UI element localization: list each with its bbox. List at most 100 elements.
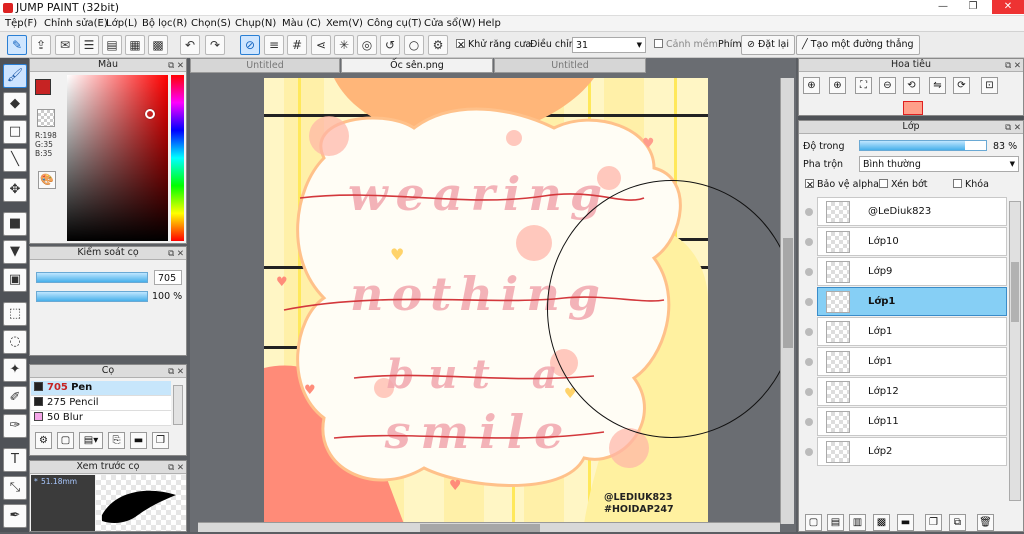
- brush-list-scrollbar[interactable]: [173, 385, 183, 425]
- layer-visibility-icon[interactable]: [805, 268, 813, 276]
- flip-icon[interactable]: ⇋: [929, 77, 946, 94]
- select-pen-icon[interactable]: ✐: [3, 386, 27, 410]
- folder-icon[interactable]: ▬: [130, 432, 147, 449]
- layer-row[interactable]: Lớp10: [805, 227, 1007, 256]
- protect-alpha-checkbox[interactable]: ✕ Bảo vệ alpha: [805, 179, 879, 191]
- navigator-thumbnail[interactable]: [903, 101, 923, 115]
- zoom-in-icon[interactable]: ⊕: [803, 77, 820, 94]
- panel-close-icon[interactable]: ⧉ ✕: [1005, 60, 1021, 72]
- text-tool-icon[interactable]: T: [3, 448, 27, 472]
- chat-icon[interactable]: ✉: [55, 35, 75, 55]
- smooth-checkbox[interactable]: Cảnh mềm: [654, 39, 718, 50]
- layer-visibility-icon[interactable]: [805, 448, 813, 456]
- comment-icon[interactable]: ☰: [79, 35, 99, 55]
- adjust-input[interactable]: 31 ▼: [572, 37, 646, 53]
- layer-visibility-icon[interactable]: [805, 208, 813, 216]
- layer-opacity-slider[interactable]: [859, 140, 987, 151]
- close-button[interactable]: ✕: [992, 0, 1024, 14]
- page-icon[interactable]: ▤: [102, 35, 122, 55]
- color-picker-cursor[interactable]: [145, 109, 155, 119]
- select-rect-icon[interactable]: ⬚: [3, 302, 27, 326]
- line-tool-icon[interactable]: ╲: [3, 148, 27, 172]
- layer-visibility-icon[interactable]: [805, 358, 813, 366]
- panel-close-icon[interactable]: ⧉ ✕: [1005, 122, 1021, 134]
- layer-visibility-icon[interactable]: [805, 298, 813, 306]
- menu-layer[interactable]: Lớp(L): [106, 18, 137, 29]
- antialias-check[interactable]: ✕: [456, 39, 465, 51]
- layer-visibility-icon[interactable]: [805, 418, 813, 426]
- new-brush-icon[interactable]: ▢: [57, 432, 74, 449]
- lock-checkbox[interactable]: Khóa: [953, 179, 989, 190]
- menu-tools[interactable]: Công cụ(T): [367, 18, 422, 29]
- menu-color[interactable]: Màu (C): [282, 18, 321, 29]
- clip-checkbox[interactable]: Xén bớt: [879, 179, 928, 190]
- vertical-scrollbar[interactable]: [780, 78, 794, 524]
- menu-window[interactable]: Cửa sổ(W): [424, 18, 476, 29]
- lock-check[interactable]: [953, 179, 962, 188]
- menu-edit[interactable]: Chỉnh sửa(E): [44, 18, 108, 29]
- straight-line-button[interactable]: ╱ Tạo một đường thẳng: [796, 35, 920, 55]
- layer-row[interactable]: @LeDiuk823: [805, 197, 1007, 226]
- brush-settings-icon[interactable]: ⚙: [35, 432, 52, 449]
- gradient-icon[interactable]: ▣: [3, 268, 27, 292]
- select-eraser-icon[interactable]: ✑: [3, 414, 27, 438]
- tab-untitled-1[interactable]: Untitled: [190, 58, 340, 73]
- protect-alpha-check[interactable]: ✕: [805, 179, 814, 191]
- horizontal-scrollbar[interactable]: [198, 522, 780, 532]
- radial-ruler-icon[interactable]: ✳: [334, 35, 354, 55]
- panel-close-icon[interactable]: ⧉ ✕: [168, 248, 184, 260]
- new-layer-icon[interactable]: ▢: [805, 514, 822, 531]
- fit-icon[interactable]: ⛶: [855, 77, 872, 94]
- reset-button[interactable]: ⊘ Đặt lại: [741, 35, 796, 55]
- minimize-button[interactable]: —: [932, 0, 954, 14]
- move-tool-icon[interactable]: ✥: [3, 178, 27, 202]
- new-text-layer-icon[interactable]: ▥: [849, 514, 866, 531]
- layer-row[interactable]: Lớp12: [805, 377, 1007, 406]
- layer-row[interactable]: Lớp2: [805, 437, 1007, 466]
- layer-row[interactable]: Lớp1: [805, 287, 1007, 316]
- grid-icon[interactable]: ▩: [148, 35, 168, 55]
- eyedropper-icon[interactable]: ✒: [3, 504, 27, 528]
- concentric-ruler-icon[interactable]: ◎: [357, 35, 377, 55]
- lock-view-icon[interactable]: ⊡: [981, 77, 998, 94]
- palette-icon[interactable]: 🎨: [38, 171, 56, 189]
- document-icon[interactable]: ▦: [125, 35, 145, 55]
- grid-ruler-icon[interactable]: #: [287, 35, 307, 55]
- delete-layer-icon[interactable]: 🗑: [977, 514, 994, 531]
- rectangle-select-icon[interactable]: □: [3, 120, 27, 144]
- tab-untitled-2[interactable]: Untitled: [494, 58, 646, 73]
- magic-wand-icon[interactable]: ✦: [3, 358, 27, 382]
- eraser-tool-icon[interactable]: ◆: [3, 92, 27, 116]
- panel-close-icon[interactable]: ⧉ ✕: [168, 462, 184, 474]
- layer-visibility-icon[interactable]: [805, 388, 813, 396]
- checker-layer-icon[interactable]: ▩: [873, 514, 890, 531]
- bucket-icon[interactable]: ▼: [3, 240, 27, 264]
- layer-row[interactable]: Lớp1: [805, 317, 1007, 346]
- brush-opacity-slider[interactable]: [36, 291, 148, 302]
- saturation-value-picker[interactable]: [67, 75, 168, 241]
- smooth-check[interactable]: [654, 39, 663, 48]
- transparent-swatch[interactable]: [37, 109, 55, 127]
- hue-slider[interactable]: [171, 75, 184, 241]
- rotate-left-icon[interactable]: ⟲: [903, 77, 920, 94]
- panel-close-icon[interactable]: ⧉ ✕: [168, 366, 184, 378]
- merge-layer-icon[interactable]: ⧉: [949, 514, 966, 531]
- brush-item-pen[interactable]: 705 Pen: [31, 381, 171, 396]
- layer-list-scrollbar[interactable]: [1009, 201, 1021, 501]
- brush-item-pencil[interactable]: 275 Pencil: [31, 396, 171, 411]
- no-ruler-icon[interactable]: ⊘: [240, 35, 260, 55]
- layer-row[interactable]: Lớp11: [805, 407, 1007, 436]
- brush-tool-icon[interactable]: 🖌: [3, 64, 27, 88]
- undo-icon[interactable]: ↶: [180, 35, 200, 55]
- antialias-checkbox[interactable]: ✕ Khử răng cưa: [456, 39, 531, 51]
- maximize-button[interactable]: ❐: [962, 0, 984, 14]
- brush-menu-icon[interactable]: ▤▾: [79, 432, 103, 449]
- tab-oc-sen[interactable]: Ốc sên.png: [341, 58, 493, 73]
- copy-brush-icon[interactable]: ⎘: [108, 432, 125, 449]
- perspective-ruler-icon[interactable]: ⋖: [311, 35, 331, 55]
- layer-visibility-icon[interactable]: [805, 238, 813, 246]
- zoom-out-icon[interactable]: ⊖: [879, 77, 896, 94]
- circle-ruler-icon[interactable]: ○: [404, 35, 424, 55]
- layer-scroll-thumb[interactable]: [1011, 262, 1019, 322]
- duplicate-layer-icon[interactable]: ❐: [925, 514, 942, 531]
